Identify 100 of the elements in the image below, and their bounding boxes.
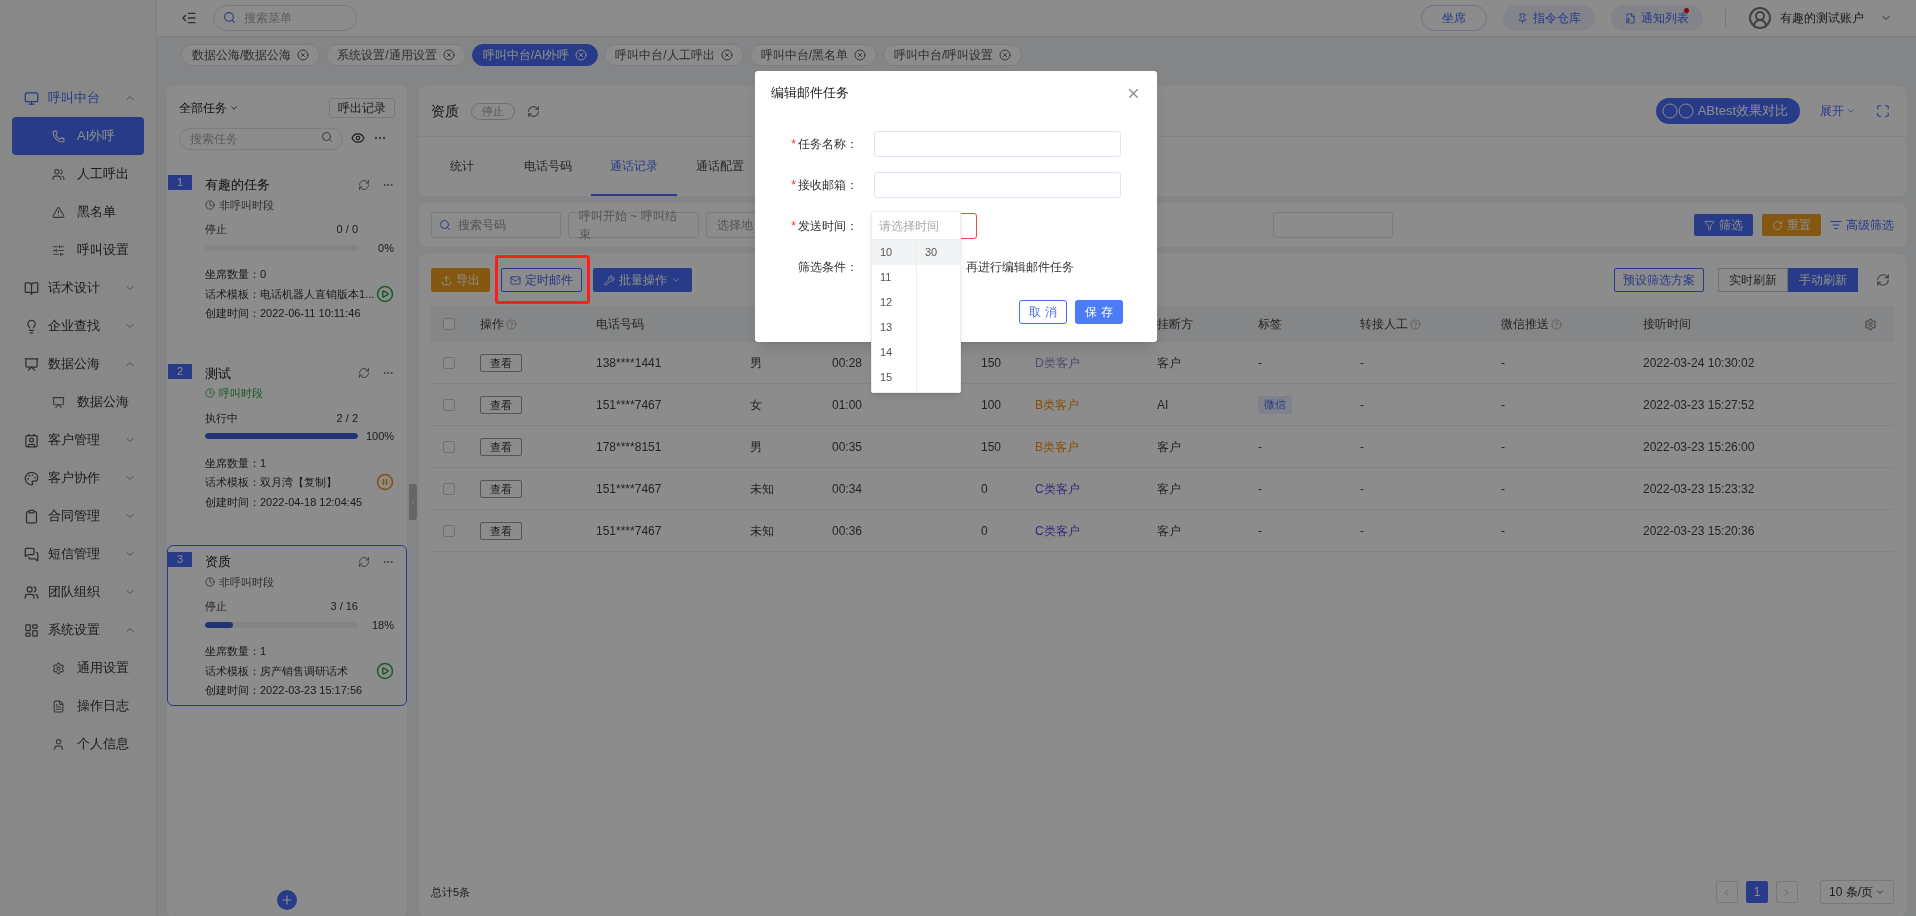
preset-filter-button[interactable]: 预设筛选方案 bbox=[1614, 268, 1704, 292]
page-tab[interactable]: 数据公海/数据公海 bbox=[181, 43, 321, 66]
view-button[interactable]: 查看 bbox=[480, 353, 522, 372]
content-tab[interactable]: 通话记录 bbox=[591, 137, 677, 196]
page-tab[interactable]: 呼叫中台/人工呼出 bbox=[604, 43, 744, 66]
sidebar-item[interactable]: 呼叫设置 bbox=[12, 231, 144, 269]
help-icon[interactable] bbox=[1410, 318, 1421, 330]
page-button[interactable]: 1 bbox=[1746, 881, 1768, 903]
sidebar-item[interactable]: 客户协作 bbox=[0, 459, 156, 497]
play-icon[interactable] bbox=[376, 284, 394, 303]
close-icon[interactable] bbox=[854, 48, 867, 61]
close-icon[interactable] bbox=[297, 48, 310, 61]
avatar-icon[interactable] bbox=[1748, 6, 1772, 30]
checkbox[interactable] bbox=[443, 440, 455, 453]
sidebar-item[interactable]: 合同管理 bbox=[0, 497, 156, 535]
sidebar-item[interactable]: AI外呼 bbox=[12, 117, 144, 155]
sidebar-item[interactable]: 团队组织 bbox=[0, 573, 156, 611]
hour-option[interactable]: 14 bbox=[872, 340, 916, 365]
table-cell-text: 未知 bbox=[750, 522, 774, 540]
task-name: 测试 bbox=[205, 364, 232, 383]
close-icon[interactable] bbox=[999, 48, 1012, 61]
page-tab[interactable]: 呼叫中台/呼叫设置 bbox=[883, 43, 1023, 66]
input-field[interactable] bbox=[874, 172, 1121, 198]
user-name[interactable]: 有趣的测试账户 bbox=[1780, 9, 1864, 27]
sidebar-item[interactable]: 客户管理 bbox=[0, 421, 156, 459]
screen-icon bbox=[24, 356, 39, 372]
pause-icon[interactable] bbox=[376, 473, 394, 492]
view-button[interactable]: 查看 bbox=[480, 479, 522, 498]
page-tab[interactable]: 呼叫中台/AI外呼 bbox=[471, 43, 599, 66]
toolbar-button[interactable]: 指令仓库 bbox=[1503, 5, 1595, 31]
hour-option[interactable]: 11 bbox=[872, 265, 916, 290]
checkbox[interactable] bbox=[443, 356, 455, 369]
sidebar-item[interactable]: 操作日志 bbox=[12, 687, 144, 725]
table-cell-text: - bbox=[1258, 522, 1262, 540]
input-field[interactable] bbox=[874, 131, 1121, 157]
sidebar-item[interactable]: 人工呼出 bbox=[12, 155, 144, 193]
sidebar-item[interactable]: 系统设置 bbox=[0, 611, 156, 649]
hour-option[interactable]: 15 bbox=[872, 365, 916, 390]
page-size-select[interactable]: 10 条/页 bbox=[1820, 880, 1894, 904]
task-card[interactable]: 1 有趣的任务 非呼叫时段 停止 0 / 0 0% 坐席数量：0 话术模板：电话机器人直销版本1... 创建时间：2022-06-11 10:11:46 bbox=[167, 168, 407, 329]
hour-option[interactable]: 13 bbox=[872, 315, 916, 340]
batch-button[interactable]: 批量操作 bbox=[593, 268, 692, 292]
add-task-button[interactable] bbox=[277, 890, 297, 910]
content-tab[interactable]: 电话号码 bbox=[505, 137, 591, 196]
checkbox[interactable] bbox=[443, 398, 455, 411]
sidebar-item[interactable]: 个人信息 bbox=[12, 725, 144, 763]
refresh-icon[interactable] bbox=[1876, 273, 1890, 287]
help-icon[interactable] bbox=[1551, 318, 1562, 330]
hour-option[interactable]: 12 bbox=[872, 290, 916, 315]
checkbox[interactable] bbox=[443, 318, 455, 330]
page-tab[interactable]: 系统设置/通用设置 bbox=[326, 43, 466, 66]
content-tab[interactable]: 统计 bbox=[419, 137, 505, 196]
cancel-button[interactable]: 取 消 bbox=[1019, 300, 1067, 324]
advanced-filter-link[interactable]: 高级筛选 bbox=[1830, 216, 1894, 234]
view-button[interactable]: 查看 bbox=[480, 395, 522, 414]
view-button[interactable]: 查看 bbox=[480, 437, 522, 456]
close-icon[interactable] bbox=[720, 48, 733, 61]
sidebar-item[interactable]: 短信管理 bbox=[0, 535, 156, 573]
abtest-button[interactable]: ABtest效果对比 bbox=[1655, 98, 1800, 124]
save-button[interactable]: 保 存 bbox=[1075, 300, 1123, 324]
refresh-icon[interactable] bbox=[358, 178, 370, 191]
sidebar-item[interactable]: 呼叫中台 bbox=[0, 79, 156, 117]
sidebar-item[interactable]: 数据公海 bbox=[0, 345, 156, 383]
task-filter-dropdown[interactable]: 全部任务 bbox=[179, 99, 239, 117]
task-card[interactable]: 2 测试 呼叫时段 执行中 2 / 2 100% 坐席数量：1 话术模板：双月湾【复制】 创建时间：2022-04-18 12:04:45 bbox=[167, 356, 407, 517]
filter-note: 再进行编辑邮件任务 bbox=[966, 259, 1074, 276]
close-icon[interactable] bbox=[442, 48, 455, 61]
view-button[interactable]: 查看 bbox=[480, 521, 522, 540]
task-number-badge: 1 bbox=[168, 175, 192, 190]
toolbar-button[interactable]: 通知列表 bbox=[1611, 5, 1703, 31]
scheduled-mail-button[interactable]: 定时邮件 bbox=[501, 268, 582, 292]
collapse-handle[interactable] bbox=[409, 484, 417, 520]
play-icon[interactable] bbox=[376, 661, 394, 680]
toolbar-button[interactable]: 坐席 bbox=[1421, 5, 1487, 31]
page-tab[interactable]: 呼叫中台/黑名单 bbox=[749, 43, 878, 66]
expand-link[interactable]: 展开 bbox=[1820, 102, 1856, 120]
search-icon[interactable] bbox=[321, 131, 333, 143]
menu-icon[interactable] bbox=[181, 10, 197, 26]
refresh-icon[interactable] bbox=[527, 104, 540, 118]
checkbox[interactable] bbox=[443, 524, 455, 537]
refresh-icon[interactable] bbox=[358, 367, 370, 380]
sidebar-item[interactable]: 数据公海 bbox=[12, 383, 144, 421]
sidebar-item[interactable]: 黑名单 bbox=[12, 193, 144, 231]
refresh-mode-button[interactable]: 手动刷新 bbox=[1788, 268, 1858, 292]
task-card[interactable]: 3 资质 非呼叫时段 停止 3 / 16 18% 坐席数量：1 话术模板：房产销售调研话术 创建时间：2022-03-23 15:17:56 bbox=[167, 545, 407, 706]
sidebar-item[interactable]: 话术设计 bbox=[0, 269, 156, 307]
settings-icon[interactable] bbox=[1864, 317, 1877, 331]
outbound-record-button[interactable]: 呼出记录 bbox=[329, 98, 395, 118]
hour-option[interactable]: 10 bbox=[872, 240, 916, 265]
minute-option[interactable]: 30 bbox=[917, 240, 960, 265]
time-input[interactable]: 请选择时间 bbox=[879, 216, 955, 235]
filter-button[interactable]: 筛选 bbox=[1694, 214, 1753, 236]
refresh-mode-button[interactable]: 实时刷新 bbox=[1718, 268, 1788, 292]
refresh-icon[interactable] bbox=[358, 555, 370, 568]
eye-icon[interactable] bbox=[351, 131, 365, 145]
help-icon[interactable] bbox=[506, 318, 517, 330]
checkbox[interactable] bbox=[443, 482, 455, 495]
sidebar-item[interactable]: 通用设置 bbox=[12, 649, 144, 687]
sidebar-item[interactable]: 企业查找 bbox=[0, 307, 156, 345]
fullscreen-icon[interactable] bbox=[1876, 104, 1890, 118]
